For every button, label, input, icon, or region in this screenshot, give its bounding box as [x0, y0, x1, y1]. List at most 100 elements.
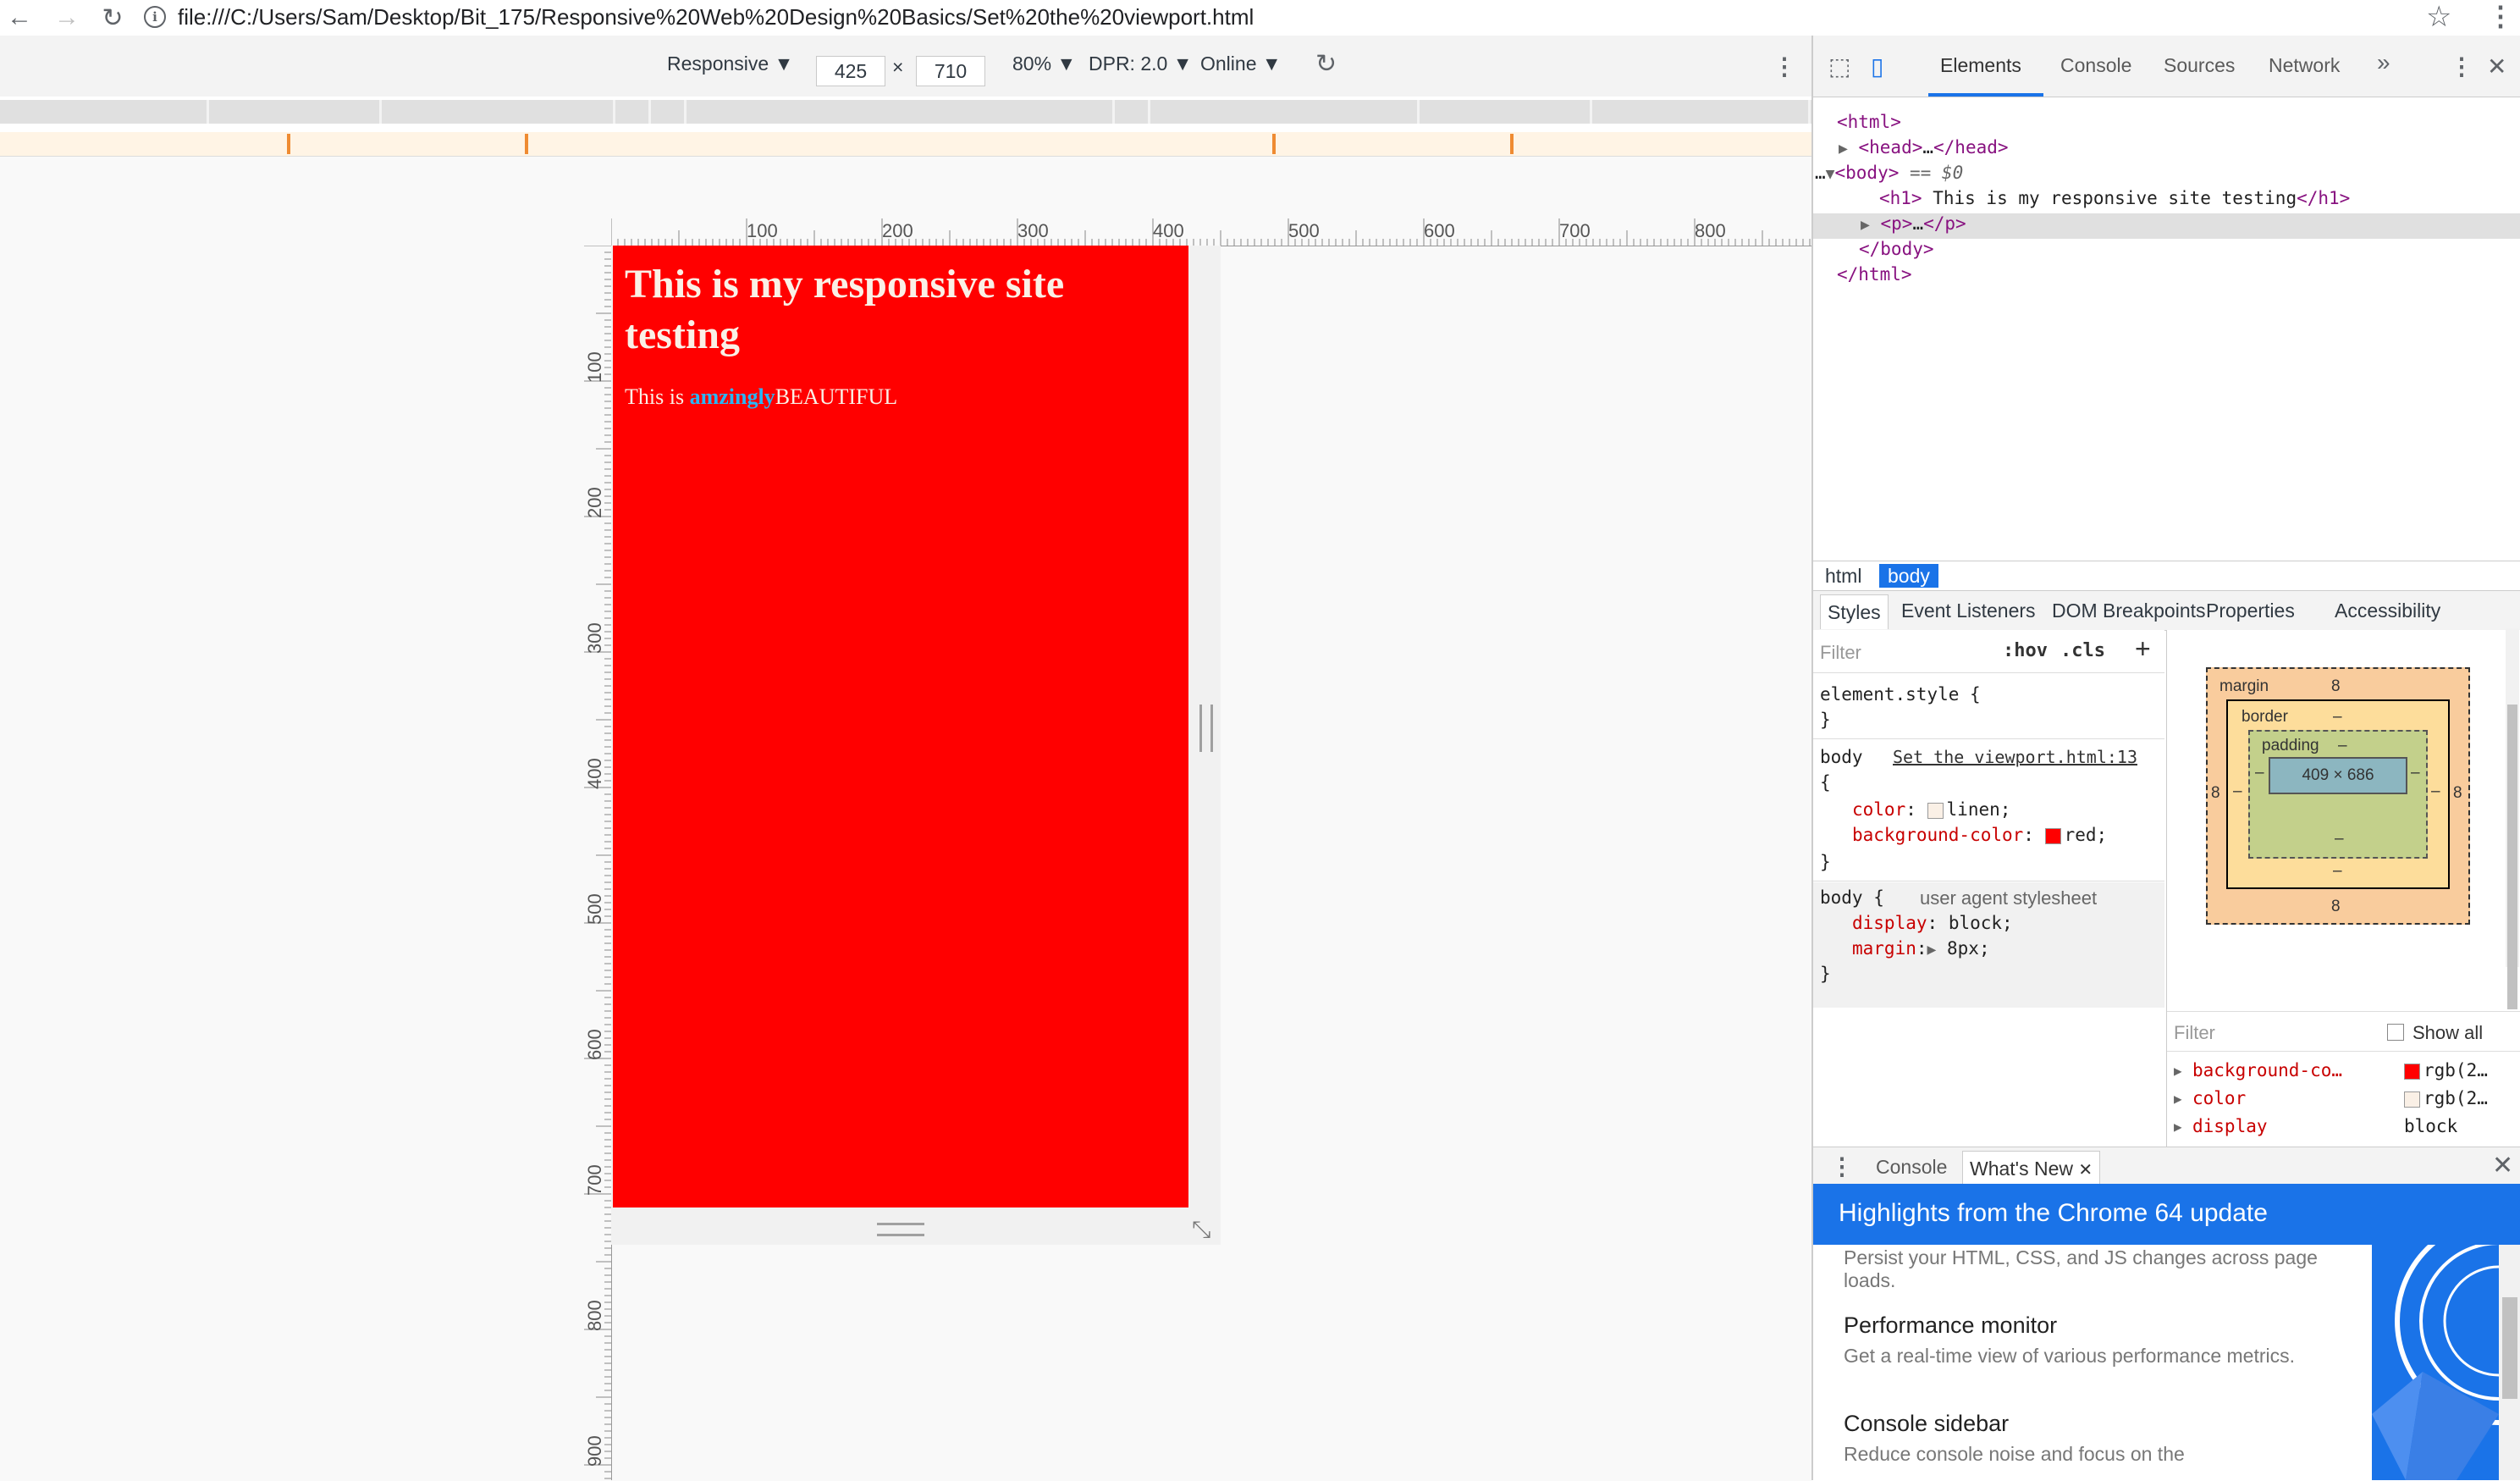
- url-text[interactable]: file:///C:/Users/Sam/Desktop/Bit_175/Res…: [178, 4, 1254, 30]
- media-query-segment[interactable]: [689, 100, 1115, 124]
- chrome-menu-icon[interactable]: ⋮: [2487, 0, 2514, 32]
- bookmark-star-icon[interactable]: ☆: [2426, 0, 2451, 34]
- color-swatch-icon[interactable]: [2044, 827, 2061, 844]
- breakpoint-marker[interactable]: [287, 134, 290, 154]
- tab-elements[interactable]: Elements: [1940, 54, 2021, 77]
- dom-node-h1[interactable]: <h1> This is my responsive site testing<…: [1879, 188, 2350, 208]
- drawer-close-icon[interactable]: ✕: [2492, 1151, 2513, 1180]
- devtools-close-icon[interactable]: ✕: [2487, 52, 2506, 80]
- expand-triangle-icon[interactable]: ▶: [1839, 140, 1848, 157]
- subtab-accessibility[interactable]: Accessibility: [2335, 600, 2440, 622]
- subtab-styles[interactable]: Styles: [1820, 594, 1889, 629]
- padding-left-value[interactable]: –: [2255, 764, 2264, 782]
- tab-sources[interactable]: Sources: [2164, 54, 2235, 77]
- color-swatch-icon[interactable]: [2404, 1063, 2420, 1080]
- border-top-value[interactable]: –: [2333, 708, 2342, 727]
- border-right-value[interactable]: –: [2431, 782, 2440, 801]
- show-all-checkbox[interactable]: [2387, 1024, 2404, 1041]
- forward-icon[interactable]: →: [51, 2, 83, 34]
- dom-node-p[interactable]: ▶ <p>…</p>: [1861, 213, 1966, 234]
- expand-triangle-icon[interactable]: ▶: [2174, 1119, 2182, 1135]
- reload-icon[interactable]: ↻: [96, 2, 129, 34]
- drawer-tab-whats-new[interactable]: What's New ✕: [1962, 1151, 2101, 1185]
- zoom-select[interactable]: 80% ▼: [1012, 52, 1076, 75]
- cls-toggle[interactable]: .cls: [2060, 640, 2105, 661]
- info-icon[interactable]: i: [144, 6, 166, 28]
- media-query-segment[interactable]: [1595, 100, 1811, 124]
- node-actions-icon[interactable]: …: [1815, 163, 1826, 183]
- address-bar[interactable]: i file:///C:/Users/Sam/Desktop/Bit_175/R…: [144, 0, 2446, 34]
- subtab-properties[interactable]: Properties: [2206, 600, 2295, 622]
- box-model-margin[interactable]: margin 8 8 8 8 border – – – – padding – …: [2206, 667, 2470, 925]
- margin-left-value[interactable]: 8: [2211, 784, 2220, 803]
- media-query-segment[interactable]: [618, 100, 651, 124]
- height-resize-handle[interactable]: [877, 1223, 924, 1236]
- viewport-height-input[interactable]: 710: [916, 56, 985, 86]
- breadcrumb-html[interactable]: html: [1817, 564, 1870, 588]
- new-rule-icon[interactable]: +: [2135, 633, 2151, 665]
- rotate-icon[interactable]: ↻: [1315, 49, 1337, 79]
- device-select[interactable]: Responsive ▼: [667, 52, 793, 75]
- subtab-dom-breakpoints[interactable]: DOM Breakpoints: [2052, 600, 2206, 622]
- network-throttle-select[interactable]: Online ▼: [1200, 52, 1282, 75]
- computed-row[interactable]: ▶ display block: [2167, 1116, 2520, 1143]
- media-query-segment[interactable]: [1117, 100, 1150, 124]
- box-model-border[interactable]: border – – – – padding – – – – 409 × 686: [2226, 699, 2450, 889]
- breakpoint-marker[interactable]: [1510, 134, 1514, 154]
- tab-network[interactable]: Network: [2269, 54, 2340, 77]
- tab-console[interactable]: Console: [2060, 54, 2131, 77]
- drawer-menu-icon[interactable]: ⋮: [1830, 1152, 1854, 1180]
- collapse-triangle-icon[interactable]: ▼: [1826, 165, 1835, 183]
- expand-triangle-icon[interactable]: ▶: [2174, 1063, 2182, 1079]
- drawer-tab-console[interactable]: Console: [1876, 1156, 1947, 1179]
- whats-new-scrollbar-thumb[interactable]: [2502, 1297, 2517, 1399]
- margin-bottom-value[interactable]: 8: [2331, 898, 2341, 916]
- computed-filter-input[interactable]: Filter: [2174, 1022, 2215, 1044]
- color-swatch-icon[interactable]: [1927, 802, 1944, 819]
- border-bottom-value[interactable]: –: [2333, 862, 2342, 881]
- dom-node-html-close[interactable]: </html>: [1837, 264, 1912, 285]
- computed-row[interactable]: ▶ color rgb(2…: [2167, 1088, 2520, 1115]
- computed-row[interactable]: ▶ background-co… rgb(2…: [2167, 1060, 2520, 1087]
- inspect-element-icon[interactable]: ⬚: [1828, 52, 1850, 80]
- breadcrumb-body[interactable]: body: [1879, 564, 1938, 588]
- more-tabs-icon[interactable]: »: [2377, 49, 2390, 76]
- devtools-menu-icon[interactable]: ⋮: [2450, 52, 2473, 80]
- color-declaration[interactable]: color: linen;: [1852, 799, 2010, 820]
- media-query-segment[interactable]: [212, 100, 382, 124]
- background-color-declaration[interactable]: background-color: red;: [1852, 825, 2107, 845]
- hov-toggle[interactable]: :hov: [2003, 640, 2048, 661]
- breakpoint-marker[interactable]: [525, 134, 528, 154]
- body-rule-selector[interactable]: body: [1820, 747, 1863, 767]
- padding-bottom-value[interactable]: –: [2335, 830, 2344, 848]
- media-query-segment[interactable]: [1153, 100, 1420, 124]
- media-query-segment[interactable]: [384, 100, 615, 124]
- whats-new-item-title[interactable]: Console sidebar: [1844, 1411, 2009, 1437]
- padding-right-value[interactable]: –: [2411, 764, 2420, 782]
- padding-top-value[interactable]: –: [2338, 737, 2347, 755]
- width-resize-handle[interactable]: [1199, 705, 1213, 752]
- dpr-select[interactable]: DPR: 2.0 ▼: [1089, 52, 1192, 75]
- expand-triangle-icon[interactable]: ▶: [1927, 941, 1937, 959]
- margin-right-value[interactable]: 8: [2453, 784, 2462, 803]
- whats-new-item-title[interactable]: Performance monitor: [1844, 1312, 2057, 1339]
- corner-resize-icon[interactable]: ⤡: [1192, 1216, 1210, 1244]
- source-link-text[interactable]: Set the viewport.html:13: [1893, 747, 2137, 767]
- styles-scrollbar-thumb[interactable]: [2507, 705, 2517, 1009]
- dom-node-html[interactable]: <html>: [1837, 112, 1901, 132]
- element-style-selector[interactable]: element.style {: [1820, 684, 1981, 705]
- media-query-segment[interactable]: [653, 100, 687, 124]
- media-query-segment[interactable]: [1422, 100, 1592, 124]
- subtab-event-listeners[interactable]: Event Listeners: [1901, 600, 2036, 622]
- border-left-value[interactable]: –: [2233, 782, 2242, 801]
- back-icon[interactable]: ←: [3, 2, 36, 34]
- tab-close-icon[interactable]: ✕: [2078, 1161, 2093, 1180]
- emulated-viewport[interactable]: This is my responsive site testing This …: [613, 246, 1188, 1207]
- dom-node-head[interactable]: ▶ <head>…</head>: [1839, 137, 2009, 157]
- styles-filter-input[interactable]: Filter: [1820, 642, 1861, 664]
- expand-triangle-icon[interactable]: ▶: [1861, 216, 1870, 234]
- media-query-segment[interactable]: [0, 100, 209, 124]
- show-all-label[interactable]: Show all: [2412, 1022, 2483, 1044]
- device-toolbar-more-icon[interactable]: ⋮: [1773, 52, 1796, 80]
- device-toggle-icon[interactable]: ▯: [1871, 52, 1883, 80]
